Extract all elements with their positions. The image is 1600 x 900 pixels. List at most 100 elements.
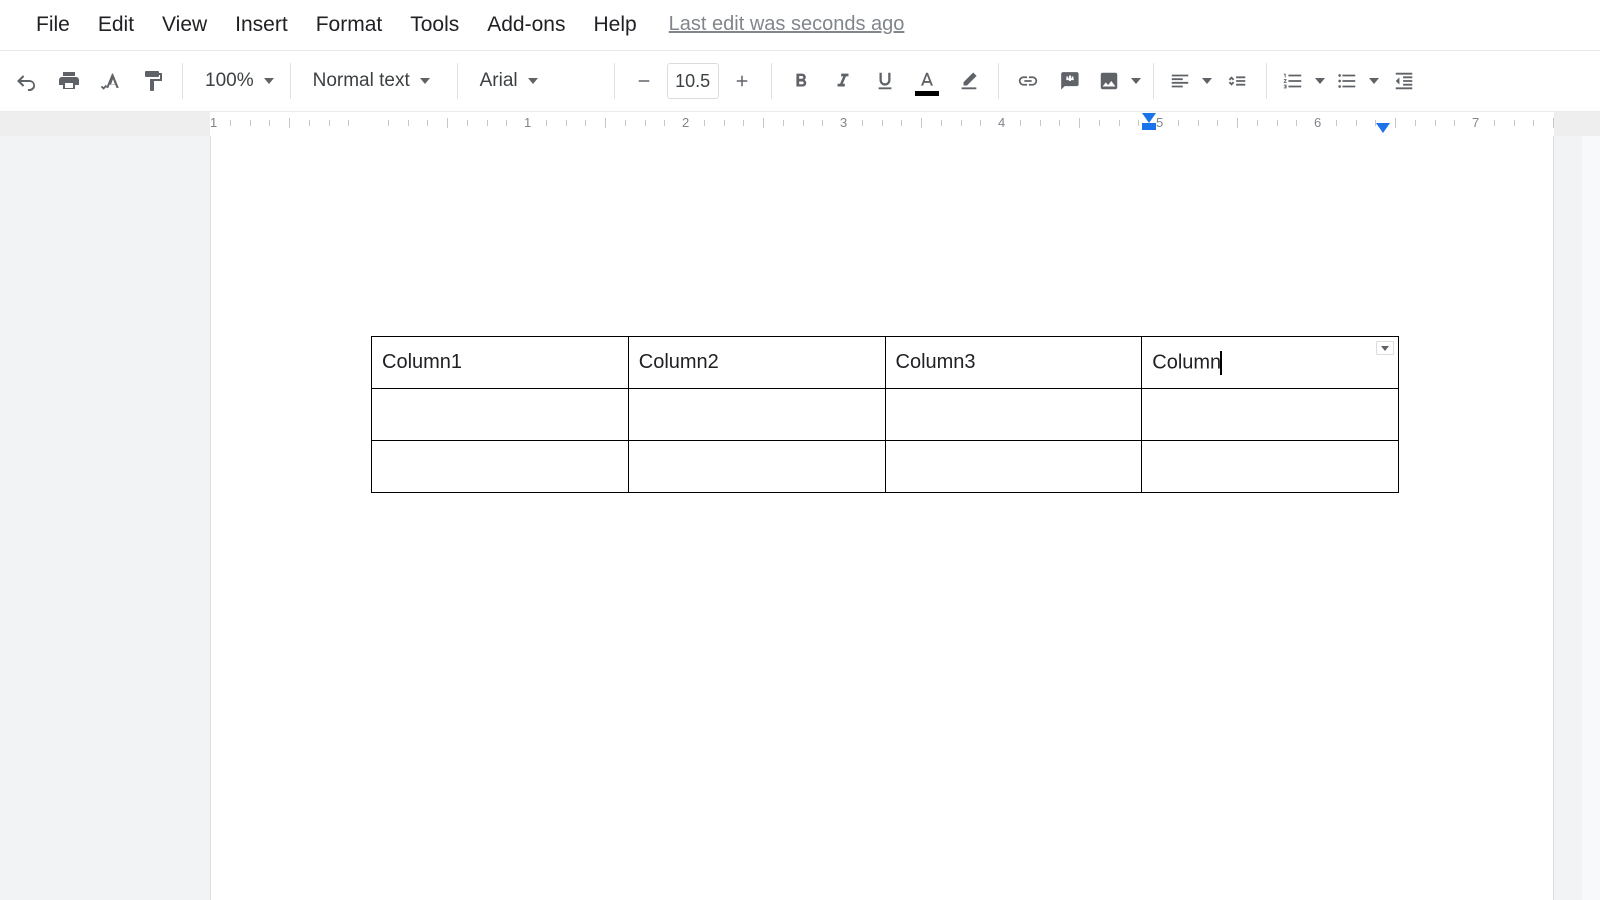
zoom-value: 100% bbox=[205, 70, 254, 92]
text-color-swatch bbox=[915, 91, 939, 96]
bold-button[interactable] bbox=[780, 60, 822, 102]
table-cell[interactable] bbox=[1142, 389, 1399, 441]
separator bbox=[457, 63, 458, 99]
menu-file[interactable]: File bbox=[22, 7, 84, 43]
table-cell[interactable] bbox=[372, 441, 629, 493]
separator bbox=[290, 63, 291, 99]
italic-icon bbox=[832, 70, 854, 92]
underline-button[interactable] bbox=[864, 60, 906, 102]
underline-icon bbox=[874, 70, 896, 92]
cell-options-button[interactable] bbox=[1376, 341, 1394, 355]
first-line-indent-marker[interactable] bbox=[1142, 113, 1156, 123]
ruler-left-margin bbox=[0, 112, 210, 136]
table-cell[interactable] bbox=[885, 389, 1142, 441]
document-table[interactable]: Column1 Column2 Column3 Column bbox=[371, 336, 1399, 493]
font-size-input[interactable]: 10.5 bbox=[667, 63, 719, 99]
menu-format[interactable]: Format bbox=[302, 7, 397, 43]
text-align-dropdown[interactable] bbox=[1198, 60, 1216, 102]
ruler-number: 2 bbox=[682, 115, 689, 130]
highlight-color-button[interactable] bbox=[948, 60, 990, 102]
page-body[interactable]: Column1 Column2 Column3 Column bbox=[211, 136, 1553, 493]
print-button[interactable] bbox=[48, 60, 90, 102]
font-size-decrease-button[interactable] bbox=[623, 60, 665, 102]
left-indent-marker[interactable] bbox=[1142, 123, 1156, 130]
chevron-down-icon bbox=[1315, 78, 1325, 84]
redo-icon bbox=[15, 69, 39, 93]
chevron-down-icon bbox=[1202, 78, 1212, 84]
paint-format-button[interactable] bbox=[132, 60, 174, 102]
font-family-value: Arial bbox=[480, 70, 518, 92]
bulleted-list-button[interactable] bbox=[1329, 60, 1383, 102]
comment-icon bbox=[1059, 70, 1081, 92]
menu-view[interactable]: View bbox=[148, 7, 221, 43]
bulleted-list-icon bbox=[1336, 70, 1358, 92]
ruler[interactable]: 1 1 2 3 4 5 6 7 // placeholder – ticks d… bbox=[0, 112, 1600, 136]
insert-image-button[interactable] bbox=[1091, 60, 1145, 102]
insert-comment-button[interactable] bbox=[1049, 60, 1091, 102]
cell-text: Column1 bbox=[382, 351, 462, 373]
bulleted-list-dropdown[interactable] bbox=[1365, 60, 1383, 102]
menu-insert[interactable]: Insert bbox=[221, 7, 302, 43]
line-spacing-icon bbox=[1226, 70, 1248, 92]
table-cell[interactable] bbox=[1142, 441, 1399, 493]
separator bbox=[182, 63, 183, 99]
table-cell[interactable]: Column3 bbox=[885, 337, 1142, 389]
table-row[interactable] bbox=[372, 441, 1399, 493]
paragraph-style-dropdown[interactable]: Normal text bbox=[299, 60, 449, 102]
insert-link-button[interactable] bbox=[1007, 60, 1049, 102]
link-icon bbox=[1017, 70, 1039, 92]
page[interactable]: Column1 Column2 Column3 Column bbox=[210, 136, 1554, 900]
numbered-list-button[interactable] bbox=[1275, 60, 1329, 102]
cell-text: Column3 bbox=[896, 351, 976, 373]
table-cell[interactable]: Column2 bbox=[628, 337, 885, 389]
font-size-increase-button[interactable] bbox=[721, 60, 763, 102]
zoom-dropdown[interactable]: 100% bbox=[191, 60, 282, 102]
table-row[interactable]: Column1 Column2 Column3 Column bbox=[372, 337, 1399, 389]
table-row[interactable] bbox=[372, 389, 1399, 441]
highlighter-icon bbox=[958, 70, 980, 92]
spellcheck-icon bbox=[99, 69, 123, 93]
table-cell[interactable]: Column1 bbox=[372, 337, 629, 389]
spellcheck-button[interactable] bbox=[90, 60, 132, 102]
table-cell[interactable] bbox=[628, 389, 885, 441]
bold-icon bbox=[790, 70, 812, 92]
text-align-button[interactable] bbox=[1162, 60, 1216, 102]
cell-text: Column2 bbox=[639, 351, 719, 373]
menu-addons[interactable]: Add-ons bbox=[473, 7, 579, 43]
ruler-body: 1 1 2 3 4 5 6 7 // placeholder – ticks d… bbox=[210, 112, 1600, 136]
vertical-scrollbar[interactable] bbox=[1582, 136, 1600, 900]
ruler-number: 1 bbox=[210, 115, 217, 130]
text-color-button[interactable] bbox=[906, 60, 948, 102]
line-spacing-button[interactable] bbox=[1216, 60, 1258, 102]
chevron-down-icon bbox=[264, 78, 274, 84]
table-cell[interactable] bbox=[885, 441, 1142, 493]
decrease-indent-button[interactable] bbox=[1383, 60, 1425, 102]
menu-edit[interactable]: Edit bbox=[84, 7, 148, 43]
ruler-number: 6 bbox=[1314, 115, 1321, 130]
ruler-number: 4 bbox=[998, 115, 1005, 130]
table-cell[interactable] bbox=[372, 389, 629, 441]
toolbar: 100% Normal text Arial 10.5 bbox=[0, 50, 1600, 112]
right-indent-marker[interactable] bbox=[1376, 123, 1390, 133]
italic-button[interactable] bbox=[822, 60, 864, 102]
font-family-dropdown[interactable]: Arial bbox=[466, 60, 606, 102]
ruler-number: 5 bbox=[1156, 115, 1163, 130]
text-color-icon bbox=[916, 70, 938, 92]
plus-icon bbox=[733, 72, 751, 90]
paragraph-style-value: Normal text bbox=[313, 70, 410, 92]
document-area[interactable]: Column1 Column2 Column3 Column bbox=[0, 136, 1600, 900]
insert-image-dropdown[interactable] bbox=[1127, 60, 1145, 102]
chevron-down-icon bbox=[1381, 346, 1389, 351]
redo-button[interactable] bbox=[6, 60, 48, 102]
separator bbox=[771, 63, 772, 99]
separator bbox=[1153, 63, 1154, 99]
font-size-value: 10.5 bbox=[675, 71, 710, 92]
numbered-list-dropdown[interactable] bbox=[1311, 60, 1329, 102]
paint-roller-icon bbox=[141, 69, 165, 93]
table-cell[interactable] bbox=[628, 441, 885, 493]
table-cell-active[interactable]: Column bbox=[1142, 337, 1399, 389]
menu-help[interactable]: Help bbox=[579, 7, 650, 43]
last-edit-link[interactable]: Last edit was seconds ago bbox=[669, 13, 905, 36]
minus-icon bbox=[635, 72, 653, 90]
menu-tools[interactable]: Tools bbox=[396, 7, 473, 43]
